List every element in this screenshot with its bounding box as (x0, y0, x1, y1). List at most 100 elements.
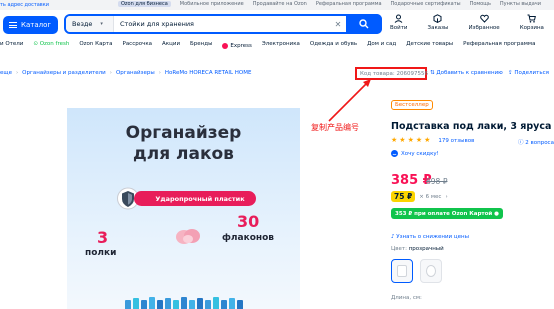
package-icon (433, 14, 442, 23)
login-label: Войти (390, 25, 408, 31)
menu-icon (9, 22, 17, 28)
breadcrumb: еще › Органайзеры и разделители › Органа… (0, 70, 251, 76)
color-label: Цвет: прозрачный (391, 246, 444, 252)
catalog-button[interactable]: Каталог (3, 16, 58, 34)
ozon-card-price[interactable]: 353 ₽ при оплате Ozon Картой ● (391, 208, 503, 219)
product-rating[interactable]: ★ ★ ★ ★ ★ 179 отзывов (391, 137, 474, 144)
favorites-button[interactable]: Избранное (468, 14, 500, 36)
nav-ozon-fresh[interactable]: ⊙ Ozon fresh (33, 41, 69, 51)
delivery-address-link[interactable]: ть адрес доставки (0, 2, 49, 8)
breadcrumb-item[interactable]: Органайзеры и разделители (22, 70, 106, 76)
bestseller-badge: Бестселлер (391, 100, 433, 110)
bottle (149, 297, 155, 309)
user-icon (394, 14, 403, 23)
nav-express-label: Express (230, 43, 252, 49)
cart-icon (527, 14, 537, 23)
chevron-right-icon: › (445, 193, 448, 200)
color-swatch[interactable] (420, 259, 442, 283)
bottles-label: флаконов (222, 233, 274, 243)
star-icon: ★ (407, 136, 414, 144)
breadcrumb-item[interactable]: Органайзеры (116, 70, 155, 76)
topbar-link-help[interactable]: Помощь (470, 1, 491, 7)
nav-hotels[interactable]: и Отели (0, 41, 23, 51)
bottle (189, 300, 195, 309)
topbar-link-pickup[interactable]: Пункты выдачи (500, 1, 541, 7)
bottles-number: 30 (237, 212, 260, 231)
price-drop-notify-link[interactable]: ♪ Узнать о снижении цены (391, 234, 469, 240)
want-discount-link[interactable]: Хочу скидку! (391, 150, 439, 157)
swatch-thumbnail (426, 265, 436, 277)
cart-label: Корзина (519, 25, 544, 31)
installment-price: 75 ₽ (391, 191, 416, 202)
color-swatch-selected[interactable] (391, 259, 413, 283)
annotation-label: 复制产品编号 (311, 123, 359, 132)
nav-kids[interactable]: Детские товары (406, 41, 453, 51)
category-nav: и Отели ⊙ Ozon fresh Ozon Карта Рассрочк… (0, 41, 554, 51)
search-scope-select[interactable]: Везде ▾ (66, 16, 114, 32)
catalog-button-label: Каталог (21, 21, 52, 29)
topbar-link-business[interactable]: Ozon для бизнеса (118, 1, 171, 7)
login-button[interactable]: Войти (390, 14, 408, 36)
topbar-link-referral[interactable]: Реферальная программа (316, 1, 382, 7)
price-drop-notify-label: Узнать о снижении цены (396, 234, 469, 240)
shelves-number: 3 (97, 228, 109, 247)
want-discount-label: Хочу скидку! (401, 150, 439, 157)
search-bar: Везде ▾ ✕ (64, 14, 382, 34)
topbar-links: Ozon для бизнеса Мобильное приложение Пр… (118, 1, 541, 7)
image-title-line1: Органайзер (125, 123, 242, 143)
bottle (181, 297, 187, 309)
nav-ozon-card[interactable]: Ozon Карта (79, 41, 112, 51)
annotation-arrow (328, 79, 371, 122)
cart-button[interactable]: Корзина (520, 14, 544, 36)
express-icon (222, 43, 229, 49)
bottle (205, 300, 211, 309)
breadcrumb-separator: › (109, 70, 112, 76)
topbar-link-mobile-app[interactable]: Мобильное приложение (180, 1, 244, 7)
favorites-label: Избранное (468, 25, 500, 31)
image-title-line2: для лаков (133, 144, 234, 164)
star-icon: ★ (424, 136, 431, 144)
product-sku-text: Код товара: 206097556 (360, 70, 428, 77)
topbar-link-sell[interactable]: Продавайте на Ozon (253, 1, 307, 7)
nav-brands[interactable]: Бренды (190, 41, 212, 51)
nav-express[interactable]: Express (222, 41, 252, 51)
image-badge: Ударопрочный пластик (134, 191, 256, 206)
length-label: Длина, см: (391, 295, 422, 301)
bottle (221, 300, 227, 309)
search-icon (359, 19, 369, 29)
clear-icon[interactable]: ✕ (330, 20, 346, 29)
nav-electronics[interactable]: Электроника (262, 41, 300, 51)
nav-home-garden[interactable]: Дом и сад (367, 41, 396, 51)
product-image[interactable]: Органайзер для лаков Ударопрочный пласти… (67, 108, 300, 309)
reviews-link[interactable]: 179 отзывов (438, 138, 474, 144)
bottle (197, 298, 203, 309)
search-button[interactable] (346, 14, 382, 34)
breadcrumb-item[interactable]: еще (0, 70, 12, 76)
bottle (157, 300, 163, 309)
orders-label: Заказы (427, 25, 449, 31)
breadcrumb-item[interactable]: HoReMo HORECA RETAIL HOME (165, 70, 252, 76)
search-input[interactable] (114, 20, 330, 28)
nav-promotions[interactable]: Акции (162, 41, 180, 51)
topbar-link-gift-cards[interactable]: Подарочные сертификаты (391, 1, 461, 7)
top-utility-bar: ть адрес доставки Ozon для бизнеса Мобил… (0, 0, 554, 10)
breadcrumb-separator: › (158, 70, 161, 76)
star-icon: ★ (415, 136, 423, 144)
star-icon: ★ (391, 136, 398, 144)
nav-referral[interactable]: Реферальная программа (463, 41, 535, 51)
questions-link[interactable]: ⓘ 2 вопроса (518, 138, 554, 146)
orders-button[interactable]: Заказы (427, 14, 449, 36)
star-icon: ★ (399, 136, 406, 144)
nav-installment[interactable]: Рассрочка (123, 41, 153, 51)
old-price: 898 ₽ (426, 177, 448, 186)
nav-clothing[interactable]: Одежда и обувь (310, 41, 357, 51)
installment-offer[interactable]: 75 ₽ × 6 мес › (391, 191, 448, 202)
nav-ozon-fresh-label: Ozon fresh (39, 41, 70, 47)
installment-terms: × 6 мес (419, 193, 442, 200)
swatch-thumbnail (397, 265, 407, 277)
bottle (141, 300, 147, 309)
color-label-key: Цвет: (391, 246, 407, 252)
share-link[interactable]: ⇪ Поделиться (508, 70, 549, 76)
add-to-compare-link[interactable]: ⇅ Добавить к сравнению (430, 70, 503, 76)
bottle (213, 297, 219, 309)
